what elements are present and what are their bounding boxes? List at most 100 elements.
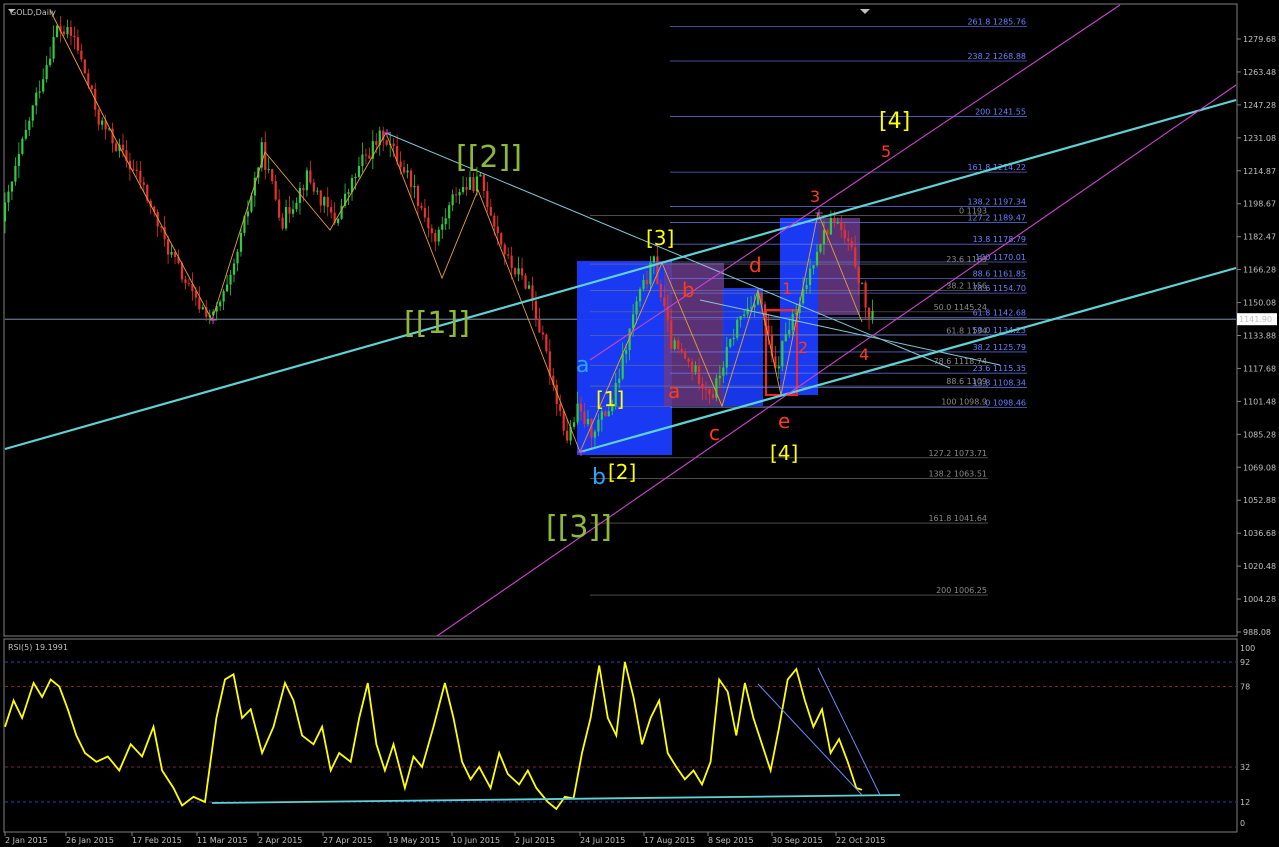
date-tick-label: 17 Aug 2015 (644, 836, 695, 845)
candle-body (90, 85, 93, 90)
candle-body (441, 224, 444, 230)
candle-body (97, 109, 100, 125)
candle-body (28, 120, 31, 130)
wave-label: 1 (782, 279, 792, 298)
candle-body (465, 187, 468, 190)
fib-level-label: 138.2 1197.34 (967, 197, 1026, 206)
candle-body (267, 168, 270, 171)
candle-body (409, 170, 413, 188)
candle-body (597, 419, 600, 432)
candle-body (566, 430, 569, 441)
candle-body (788, 329, 791, 335)
fib-level-label-secondary: 200 1006.25 (936, 586, 987, 595)
candle-body (337, 218, 340, 224)
candle-body (281, 217, 284, 229)
candle-body (201, 307, 204, 310)
candle-body (500, 233, 503, 245)
candle-body (847, 238, 850, 242)
candle-body (843, 229, 846, 239)
rsi-tick-label: 12 (1240, 798, 1250, 807)
fib-level-label: 38.2 1125.79 (973, 343, 1026, 352)
candle-body (274, 181, 277, 200)
candle-body (631, 314, 635, 329)
candle-body (659, 283, 662, 298)
candle-body (170, 251, 173, 255)
candle-body (524, 275, 527, 289)
candle-body (618, 378, 621, 383)
candle-body (451, 194, 454, 206)
candle-body (725, 346, 728, 368)
wave-label: [4] (770, 441, 798, 465)
candle-body (62, 31, 66, 35)
candle-body (871, 310, 874, 319)
candle-body (326, 197, 329, 208)
candle-body (861, 282, 864, 284)
candle-body (645, 280, 649, 285)
price-tick-label: 1133.88 (1243, 332, 1276, 341)
candle-body (52, 36, 55, 59)
candle-body (222, 291, 225, 302)
wave-label: [[3]] (546, 510, 612, 545)
candle-body (600, 411, 603, 420)
candle-body (316, 190, 319, 192)
date-tick-label: 10 Jun 2015 (452, 836, 500, 845)
candle-body (510, 255, 513, 268)
candle-body (527, 285, 531, 289)
wave-label: b (682, 278, 695, 302)
candle-body (545, 334, 548, 352)
rsi-tick-label: 78 (1240, 683, 1250, 692)
candle-body (142, 182, 145, 185)
wave-label: [[2]] (456, 140, 522, 175)
fib-level-label: 200 1241.55 (975, 108, 1026, 117)
candle-body (42, 79, 45, 92)
date-tick-label: 8 Sep 2015 (708, 836, 754, 845)
candle-body (777, 366, 780, 369)
candle-body (288, 207, 291, 214)
candle-body (673, 340, 676, 349)
candle-body (670, 320, 673, 349)
candle-body (819, 244, 822, 252)
current-price-label: 1141.90 (1239, 315, 1272, 324)
candle-body (704, 388, 708, 390)
candle-body (375, 141, 378, 145)
candle-body (357, 165, 361, 177)
price-tick-label: 1231.08 (1243, 134, 1276, 143)
candle-body (101, 120, 104, 125)
candle-body (278, 199, 281, 218)
fib-level-label-secondary: 23.6 1169 (946, 255, 987, 264)
rsi-tick-label: 32 (1240, 763, 1250, 772)
candle-body (736, 319, 739, 338)
candle-body (271, 168, 274, 182)
fib-level-label: 261.8 1285.76 (967, 18, 1026, 27)
wave-label: a (668, 379, 680, 403)
candle-body (711, 394, 715, 398)
price-tick-label: 1182.47 (1243, 233, 1276, 242)
candle-body (38, 91, 41, 93)
wave-label: b (592, 465, 606, 490)
candle-body (416, 185, 420, 206)
candle-body (330, 207, 333, 213)
date-tick-label: 26 Jan 2015 (66, 836, 114, 845)
fib-level-label-secondary: 138.2 1063.51 (928, 470, 987, 479)
price-tick-label: 1279.68 (1243, 35, 1276, 44)
date-tick-label: 22 Oct 2015 (836, 836, 885, 845)
rsi-tick-label: 0 (1240, 819, 1245, 828)
candle-body (822, 230, 826, 245)
candle-body (579, 403, 583, 412)
candle-body (239, 232, 243, 252)
candle-body (121, 144, 125, 151)
candle-body (701, 383, 704, 389)
price-tick-label: 1263.48 (1243, 68, 1276, 77)
rsi-panel-frame (3, 638, 1238, 833)
candle-body (69, 27, 73, 36)
candle-body (514, 267, 517, 275)
candle-body (694, 365, 697, 372)
fib-level-label: 13.8 1178.79 (973, 235, 1026, 244)
candle-body (482, 174, 485, 192)
candle-body (184, 279, 187, 284)
candle-body (364, 154, 367, 156)
candle-body (638, 288, 642, 302)
candle-body (225, 284, 229, 292)
pivot-marker: + (576, 445, 586, 459)
chart-title: GOLD,Daily (10, 8, 56, 17)
